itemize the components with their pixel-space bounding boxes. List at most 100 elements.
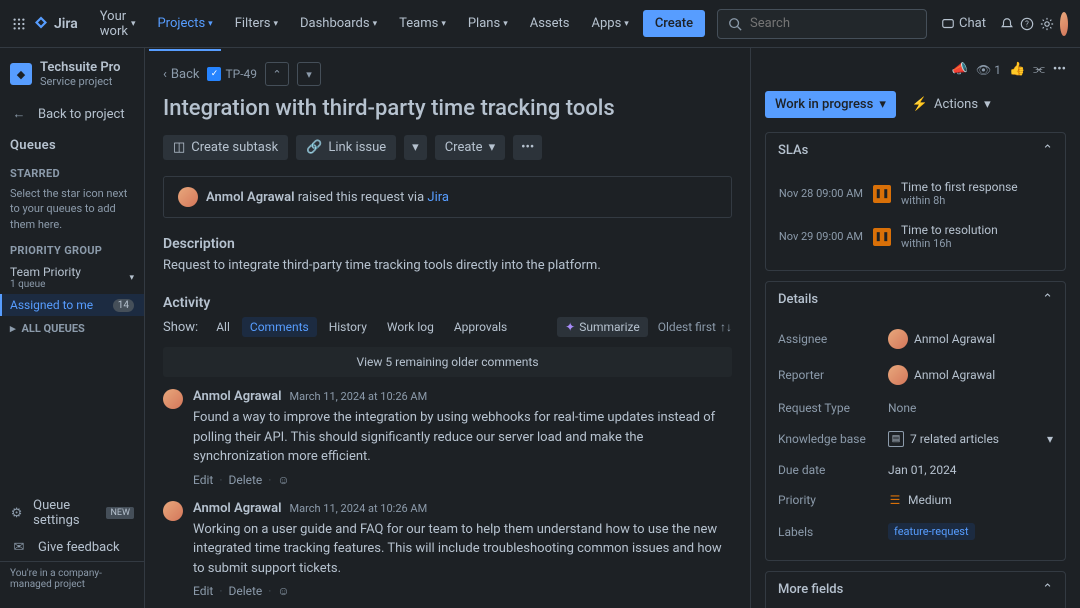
queue-settings-link[interactable]: ⚙Queue settingsNEW xyxy=(0,492,144,534)
jira-logo[interactable]: Jira xyxy=(32,15,78,33)
comment-delete[interactable]: Delete xyxy=(228,473,262,487)
tab-worklog[interactable]: Work log xyxy=(379,317,442,337)
field-label: Labels xyxy=(778,525,888,539)
show-label: Show: xyxy=(163,320,198,335)
queues-heading: Queues xyxy=(0,128,144,157)
nav-your-work[interactable]: Your work▾ xyxy=(92,3,144,45)
eye-icon: 👁 xyxy=(976,63,991,77)
nav-teams[interactable]: Teams▾ xyxy=(391,10,454,37)
more-fields-panel-toggle[interactable]: More fields⌃ xyxy=(766,572,1065,607)
nav-dashboards[interactable]: Dashboards▾ xyxy=(292,10,385,37)
create-subtask-button[interactable]: ◫Create subtask xyxy=(163,135,288,160)
tab-all[interactable]: All xyxy=(208,317,238,337)
svg-text:?: ? xyxy=(1025,19,1029,28)
field-label: Knowledge base xyxy=(778,432,888,446)
feedback-icon[interactable]: 📣 xyxy=(952,62,968,77)
gear-icon: ⚙ xyxy=(10,506,23,521)
summarize-button[interactable]: ✦Summarize xyxy=(557,317,648,337)
chevron-left-icon: ‹ xyxy=(163,67,167,82)
load-older-comments[interactable]: View 5 remaining older comments xyxy=(163,347,732,377)
label-chip[interactable]: feature-request xyxy=(888,523,975,540)
settings-icon[interactable] xyxy=(1040,10,1054,38)
comment-react-icon[interactable]: ☺ xyxy=(277,473,289,487)
tab-comments[interactable]: Comments xyxy=(242,317,317,337)
request-type-field[interactable]: None xyxy=(888,401,1053,415)
assignee-avatar xyxy=(888,329,908,349)
create-dropdown[interactable]: Create▾ xyxy=(435,135,505,160)
comment-item: Anmol AgrawalMarch 11, 2024 at 10:26 AM … xyxy=(163,501,732,599)
chat-icon xyxy=(941,17,955,31)
chevron-down-icon: ▾ xyxy=(1047,432,1053,446)
issue-title[interactable]: Integration with third-party time tracki… xyxy=(163,96,732,121)
tab-history[interactable]: History xyxy=(321,317,375,337)
nav-plans[interactable]: Plans▾ xyxy=(460,10,516,37)
chevron-right-icon: ▸ xyxy=(10,322,16,335)
hierarchy-dropdown[interactable]: ▾ xyxy=(297,62,321,86)
field-label: Due date xyxy=(778,463,888,477)
give-feedback-link[interactable]: ✉Give feedback xyxy=(0,534,144,561)
team-priority-queue[interactable]: Team Priority1 queue ▾ xyxy=(0,261,144,294)
details-panel-toggle[interactable]: Details⌃ xyxy=(766,282,1065,317)
more-actions-button[interactable]: ••• xyxy=(513,135,542,160)
due-date-field[interactable]: Jan 01, 2024 xyxy=(888,463,1053,477)
comment-edit[interactable]: Edit xyxy=(193,584,213,598)
back-to-project-link[interactable]: ←Back to project xyxy=(0,100,144,128)
comment-edit[interactable]: Edit xyxy=(193,473,213,487)
assignee-field[interactable]: Anmol Agrawal xyxy=(888,329,1053,349)
activity-heading: Activity xyxy=(163,295,732,311)
request-raised-banner: Anmol Agrawal raised this request via Ji… xyxy=(163,176,732,218)
create-button[interactable]: Create xyxy=(643,10,705,37)
all-queues-toggle[interactable]: ▸ALL QUEUES xyxy=(0,316,144,341)
priority-field[interactable]: ☰Medium xyxy=(888,493,1053,507)
comment-author[interactable]: Anmol Agrawal xyxy=(193,389,282,404)
comment-delete[interactable]: Delete xyxy=(228,584,262,598)
field-label: Reporter xyxy=(778,368,888,382)
link-issue-button[interactable]: 🔗Link issue xyxy=(296,135,396,160)
more-icon[interactable]: ••• xyxy=(1053,62,1066,77)
issue-type-icon: ✓ xyxy=(207,67,221,81)
user-avatar[interactable] xyxy=(1060,12,1068,36)
chat-button[interactable]: Chat xyxy=(933,12,994,35)
pause-icon: ❚❚ xyxy=(873,228,891,246)
slas-panel-toggle[interactable]: SLAs⌃ xyxy=(766,133,1065,168)
comment-text: Found a way to improve the integration b… xyxy=(193,408,732,467)
hierarchy-button[interactable]: ⌃ xyxy=(265,62,289,86)
comment-author[interactable]: Anmol Agrawal xyxy=(193,501,282,516)
issue-key-link[interactable]: ✓TP-49 xyxy=(207,67,257,81)
field-label: Request Type xyxy=(778,401,888,415)
starred-heading: STARRED xyxy=(0,157,144,184)
like-icon[interactable]: 👍 xyxy=(1009,62,1025,77)
reporter-field[interactable]: Anmol Agrawal xyxy=(888,365,1053,385)
sla-row: Nov 29 09:00 AM ❚❚ Time to resolutionwit… xyxy=(778,215,1053,258)
back-button[interactable]: ‹Back xyxy=(163,67,199,82)
sidebar-footer: You're in a company-managed project xyxy=(0,561,144,596)
requester-avatar xyxy=(178,187,198,207)
description-text[interactable]: Request to integrate third-party time tr… xyxy=(163,258,732,273)
help-icon[interactable]: ? xyxy=(1020,10,1034,38)
nav-assets[interactable]: Assets xyxy=(522,10,578,37)
nav-apps[interactable]: Apps▾ xyxy=(583,10,636,37)
nav-projects[interactable]: Projects▾ xyxy=(149,10,220,37)
comment-avatar xyxy=(163,389,183,409)
nav-filters[interactable]: Filters▾ xyxy=(227,10,286,37)
tab-approvals[interactable]: Approvals xyxy=(446,317,515,337)
watchers-button[interactable]: 👁1 xyxy=(976,63,1001,77)
raised-via-link[interactable]: Jira xyxy=(427,190,449,205)
sort-icon: ↑↓ xyxy=(720,320,732,334)
app-switcher-icon[interactable] xyxy=(12,12,26,36)
description-heading: Description xyxy=(163,236,732,252)
sort-button[interactable]: Oldest first↑↓ xyxy=(658,320,732,334)
share-icon[interactable]: ⫘ xyxy=(1033,62,1045,77)
sla-row: Nov 28 09:00 AM ❚❚ Time to first respons… xyxy=(778,172,1053,215)
knowledge-base-field[interactable]: ▤7 related articles▾ xyxy=(888,431,1053,447)
actions-dropdown[interactable]: ⚡Actions▾ xyxy=(904,91,999,118)
notifications-icon[interactable] xyxy=(1000,10,1014,38)
status-dropdown[interactable]: Work in progress▾ xyxy=(765,91,896,118)
link-dropdown[interactable]: ▾ xyxy=(404,135,427,160)
assigned-to-me-queue[interactable]: Assigned to me 14 xyxy=(0,294,144,316)
comment-react-icon[interactable]: ☺ xyxy=(277,584,289,598)
chevron-up-icon: ⌃ xyxy=(1042,292,1053,307)
field-label: Assignee xyxy=(778,332,888,346)
labels-field[interactable]: feature-request xyxy=(888,523,1053,540)
search-input[interactable] xyxy=(717,9,927,39)
